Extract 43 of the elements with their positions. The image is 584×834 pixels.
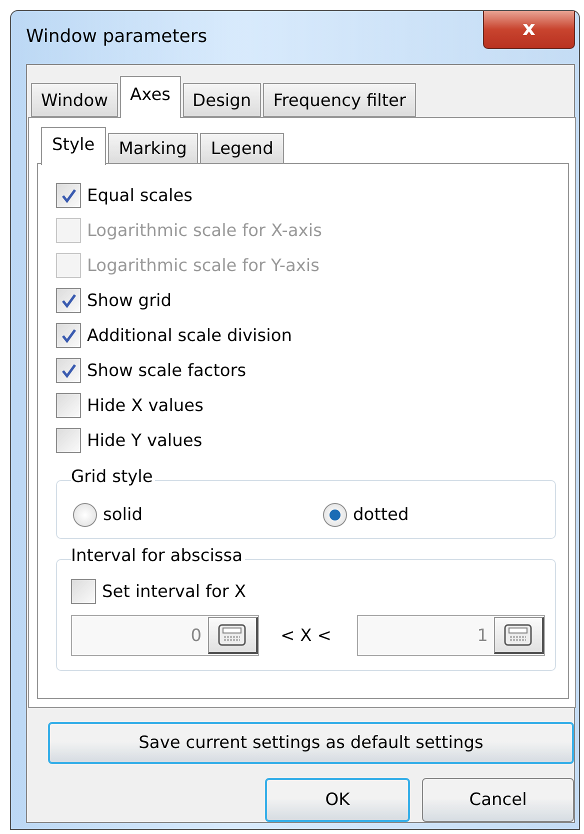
dialog-button[interactable]: OK: [265, 778, 410, 822]
tab[interactable]: Axes: [120, 76, 181, 118]
checkbox[interactable]: [56, 183, 81, 208]
radio-label: solid: [103, 504, 142, 524]
tab[interactable]: Design: [182, 83, 262, 117]
calculator-icon: [218, 624, 246, 646]
dialog-button[interactable]: Cancel: [422, 778, 574, 822]
check-icon: [60, 362, 76, 378]
radio-button[interactable]: [323, 502, 347, 526]
checkbox[interactable]: [71, 579, 96, 604]
checkbox[interactable]: [56, 323, 81, 348]
checkbox[interactable]: [56, 288, 81, 313]
check-icon: [60, 292, 76, 308]
check-icon: [60, 328, 76, 344]
checkbox[interactable]: [56, 393, 81, 418]
checkbox-label: Hide X values: [87, 396, 204, 416]
window-title: Window parameters: [26, 26, 208, 47]
checkbox[interactable]: [56, 358, 81, 383]
checkbox-label: Hide Y values: [87, 430, 202, 450]
radio-dot-icon: [329, 508, 341, 520]
tab[interactable]: Window: [31, 83, 118, 117]
checkbox[interactable]: [56, 428, 81, 453]
range-separator: < X <: [280, 626, 332, 646]
radio-label: dotted: [353, 504, 409, 524]
check-icon: [60, 188, 76, 204]
tab[interactable]: Legend: [200, 133, 284, 164]
calculator-button[interactable]: [208, 617, 258, 654]
checkbox-label: Equal scales: [87, 186, 193, 206]
radio-button[interactable]: [73, 502, 97, 526]
calculator-button[interactable]: [494, 617, 544, 654]
checkbox-label: Show grid: [87, 290, 172, 310]
calculator-icon: [504, 624, 532, 646]
tab[interactable]: Style: [41, 127, 106, 165]
checkbox-label: Logarithmic scale for Y-axis: [87, 256, 320, 276]
checkbox-label: Logarithmic scale for X-axis: [87, 220, 322, 240]
group-title: Grid style: [71, 467, 155, 487]
save-defaults-button[interactable]: Save current settings as default settings: [48, 722, 574, 764]
checkbox-label: Set interval for X: [102, 582, 246, 602]
tab[interactable]: Marking: [108, 133, 198, 164]
tab[interactable]: Frequency filter: [263, 83, 416, 117]
checkbox-label: Show scale factors: [87, 360, 246, 380]
checkbox-label: Additional scale division: [87, 326, 292, 346]
close-button[interactable]: x: [483, 11, 575, 49]
